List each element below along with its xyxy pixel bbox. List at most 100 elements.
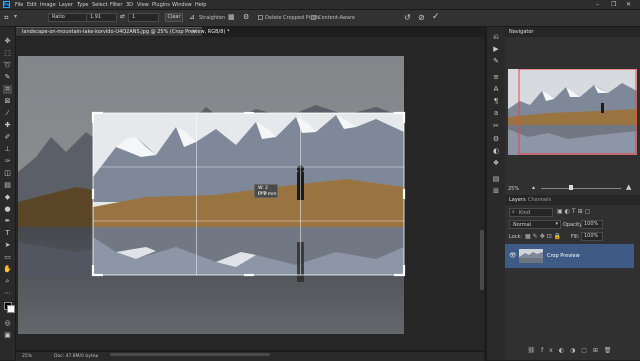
history-icon[interactable]: ⎌: [492, 33, 500, 41]
straighten-label[interactable]: Straighten: [199, 15, 225, 21]
cancel-icon[interactable]: ⊘: [418, 13, 425, 22]
swap-icon[interactable]: ⇄: [120, 13, 125, 20]
screen-mode-icon[interactable]: ▣: [3, 331, 12, 340]
zoom-level[interactable]: 25%: [22, 354, 32, 359]
right-panel-dock: Navigator 25% ▴ ▲ Layers Channels ⌕ Kind…: [505, 27, 640, 360]
menu-layer[interactable]: Layer: [59, 2, 73, 8]
libraries-icon[interactable]: ❖: [492, 159, 500, 167]
search-icon: ⌕: [512, 209, 515, 215]
tab-close-icon[interactable]: ✕: [192, 29, 196, 35]
canvas-image[interactable]: [16, 37, 484, 350]
blur-tool-icon[interactable]: ◆: [3, 193, 12, 202]
marquee-tool-icon[interactable]: ⬚: [3, 49, 12, 58]
background-color-swatch[interactable]: [7, 305, 15, 313]
play-action-icon[interactable]: ▶: [492, 45, 500, 53]
brush-settings-icon[interactable]: ✎: [492, 57, 500, 65]
layer-actions-bar[interactable]: ⛓fx◐◑▢⊞🗑: [505, 347, 640, 354]
reset-icon[interactable]: ↺: [404, 13, 411, 22]
height-field[interactable]: 1: [128, 13, 159, 22]
notes-icon[interactable]: ▤: [492, 175, 500, 183]
crop-tool-icon[interactable]: ⌗: [3, 85, 12, 94]
tab-channels[interactable]: Channels: [528, 197, 551, 203]
tool-preset-chevron-icon[interactable]: ▾: [14, 13, 17, 20]
gradient-tool-icon[interactable]: ▤: [3, 181, 12, 190]
document-tab[interactable]: landscape-on-mountain-lake-korvido-U4Q2A…: [16, 27, 229, 36]
eye-visibility-icon[interactable]: 👁: [509, 252, 517, 259]
brush-tool-icon[interactable]: ✐: [3, 133, 12, 142]
adjustments-icon[interactable]: ≡: [492, 73, 500, 81]
zoom-tool-icon[interactable]: ⌕: [3, 277, 12, 286]
zoom-out-icon[interactable]: ▴: [532, 184, 535, 191]
lock-icons[interactable]: ▦✎✥⊡🔒: [525, 233, 563, 240]
layer-filter-icons[interactable]: ▣◐T⊞▢: [557, 208, 592, 215]
pen-tool-icon[interactable]: ✒: [3, 217, 12, 226]
opacity-field[interactable]: 100%: [581, 220, 603, 229]
history-brush-icon[interactable]: ✑: [3, 157, 12, 166]
clear-button[interactable]: Clear: [165, 13, 183, 22]
horizontal-scrollbar[interactable]: [110, 353, 270, 356]
navigator-zoom-slider[interactable]: [541, 188, 621, 189]
type-tool-icon[interactable]: T: [3, 229, 12, 238]
menu-type[interactable]: Type: [77, 2, 88, 8]
path-select-icon[interactable]: ➤: [3, 241, 12, 250]
lasso-tool-icon[interactable]: ➰: [3, 61, 12, 70]
menu-plugins[interactable]: Plugins: [152, 2, 170, 8]
blend-mode-select[interactable]: Normal ▾: [509, 220, 561, 229]
menu-file[interactable]: File: [15, 2, 23, 8]
straighten-icon[interactable]: ⊿: [189, 13, 195, 21]
zoom-in-icon[interactable]: ▲: [626, 183, 631, 191]
tool-presets-icon[interactable]: ✂: [492, 122, 500, 130]
navigator-tab[interactable]: Navigator: [509, 29, 533, 35]
navigator-slider-thumb[interactable]: [569, 185, 573, 190]
swatches-icon[interactable]: ◐: [492, 147, 500, 155]
info-icon[interactable]: ⊞: [492, 187, 500, 195]
menu-image[interactable]: Image: [40, 2, 56, 8]
paragraph-icon[interactable]: ¶: [492, 97, 500, 105]
healing-brush-icon[interactable]: ✚: [3, 121, 12, 130]
content-aware-checkbox[interactable]: [311, 15, 316, 20]
layer-name: Crop Preview: [547, 253, 580, 259]
tools-panel: ✥ ⬚ ➰ ✎ ⌗ ⊠ ⁄ ✚ ✐ ⊥ ✑ ◫ ▤ ◆ ● ✒ T ➤ ▭ ✋ …: [0, 27, 16, 360]
crop-tool-icon[interactable]: ⌗: [4, 13, 9, 23]
move-tool-icon[interactable]: ✥: [3, 37, 12, 46]
eraser-tool-icon[interactable]: ◫: [3, 169, 12, 178]
navigator-thumbnail[interactable]: [508, 69, 637, 155]
maximize-icon[interactable]: ❐: [611, 1, 616, 8]
more-tools-icon[interactable]: ⋯: [3, 289, 12, 298]
fill-field[interactable]: 100%: [581, 232, 603, 241]
quick-mask-icon[interactable]: ◎: [3, 319, 12, 328]
delete-cropped-checkbox[interactable]: [258, 15, 263, 20]
menu-help[interactable]: Help: [195, 2, 206, 8]
gear-icon[interactable]: ⚙: [243, 13, 249, 21]
quick-select-tool-icon[interactable]: ✎: [3, 73, 12, 82]
doc-info[interactable]: Doc: 47.8M/0 bytes: [54, 354, 98, 359]
hand-tool-icon[interactable]: ✋: [3, 265, 12, 274]
menu-filter[interactable]: Filter: [110, 2, 122, 8]
layer-filter-select[interactable]: ⌕ Kind: [509, 208, 553, 217]
dodge-tool-icon[interactable]: ●: [3, 205, 12, 214]
properties-icon[interactable]: ⚙: [492, 135, 500, 143]
chevron-right-icon[interactable]: ›: [96, 353, 98, 360]
photoshop-logo-icon: Ps: [3, 1, 10, 8]
minimize-icon[interactable]: –: [596, 1, 599, 8]
glyphs-icon[interactable]: a: [492, 109, 500, 117]
rectangle-tool-icon[interactable]: ▭: [3, 253, 12, 262]
menu-edit[interactable]: Edit: [27, 2, 37, 8]
close-icon[interactable]: ✕: [626, 1, 631, 8]
eyedropper-tool-icon[interactable]: ⁄: [3, 109, 12, 118]
vertical-scrollbar[interactable]: [480, 230, 484, 290]
menu-select[interactable]: Select: [92, 2, 107, 8]
clone-stamp-icon[interactable]: ⊥: [3, 145, 12, 154]
menu-3d[interactable]: 3D: [126, 2, 133, 8]
width-field[interactable]: 1.91: [86, 13, 117, 22]
menu-view[interactable]: View: [137, 2, 149, 8]
menu-window[interactable]: Window: [172, 2, 192, 8]
layer-row[interactable]: 👁 Crop Preview: [505, 244, 634, 268]
commit-check-icon[interactable]: ✓: [432, 12, 440, 22]
tab-layers[interactable]: Layers: [509, 197, 526, 203]
overlay-grid-icon[interactable]: ▦: [228, 13, 235, 21]
navigator-zoom[interactable]: 25%: [508, 186, 519, 192]
frame-tool-icon[interactable]: ⊠: [3, 97, 12, 106]
navigator-header: Navigator: [505, 27, 640, 37]
character-icon[interactable]: A: [492, 85, 500, 93]
